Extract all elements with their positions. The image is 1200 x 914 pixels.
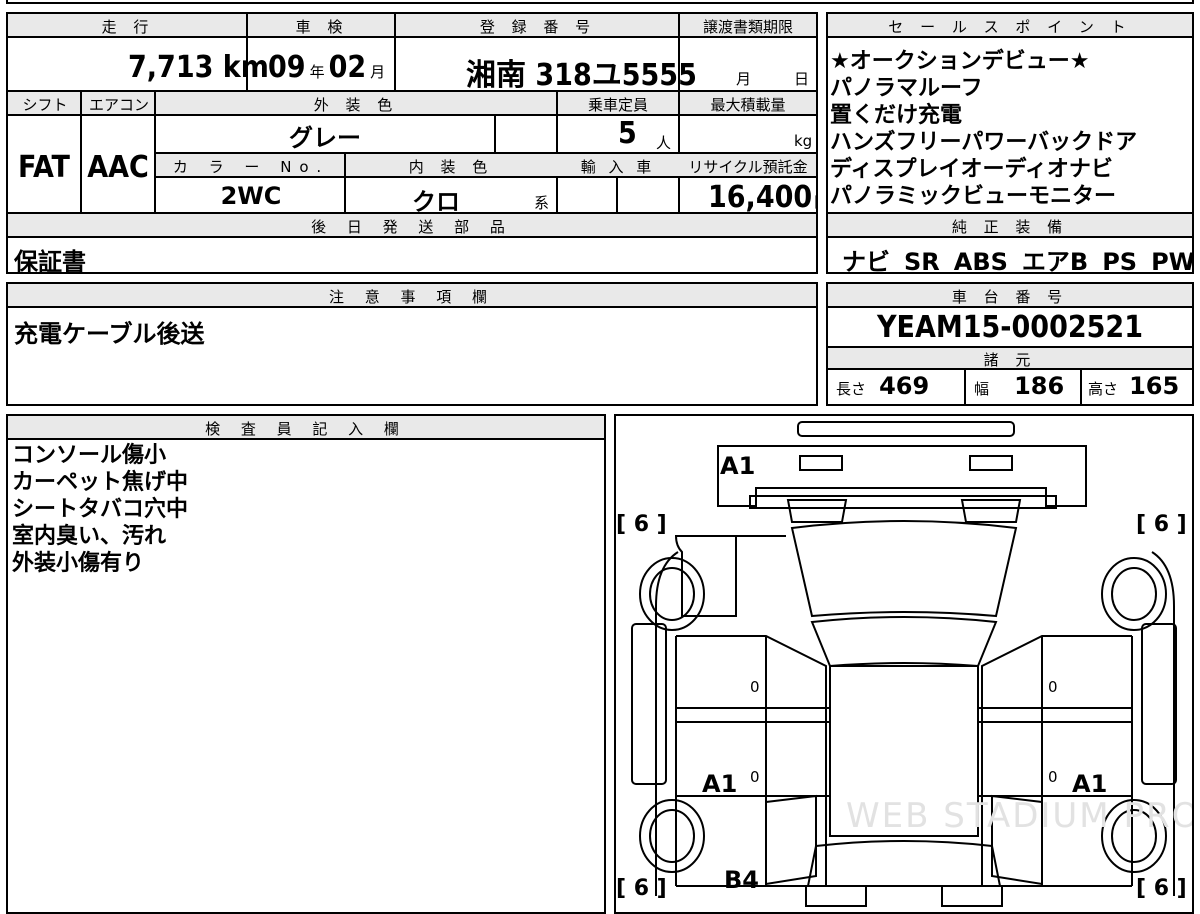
length-value: 469 — [879, 372, 930, 400]
door-zero-mark: 0 — [750, 678, 760, 696]
sales-points-box: セ ー ル ス ポ イ ン ト ★オークションデビュー★ パノラマルーフ 置くだ… — [826, 12, 1194, 274]
inspector-box: 検 査 員 記 入 欄 コンソール傷小 カーペット焦げ中 シートタバコ穴中 室内… — [6, 414, 606, 914]
inspection-year-unit: 年 — [309, 63, 325, 81]
tire-left-bottom: [ 6 ] — [616, 876, 667, 901]
inspector-header: 検 査 員 記 入 欄 — [205, 420, 407, 438]
plate-number: 湘南 318ユ5555 — [466, 58, 697, 93]
tire-right-top: [ 6 ] — [1136, 512, 1187, 537]
inspector-note: 室内臭い、汚れ — [12, 524, 167, 549]
damage-mark-left-door: A1 — [702, 770, 738, 798]
caution-value: 充電ケーブル後送 — [14, 320, 205, 348]
inspection-month: 02 — [328, 50, 367, 85]
equipment-item: PS — [1102, 248, 1138, 274]
capacity-value: 5 — [618, 116, 637, 151]
length-label: 長さ — [836, 380, 867, 398]
inspector-note: コンソール傷小 — [12, 443, 167, 468]
chassis-no-header: 車 台 番 号 — [951, 288, 1069, 306]
chassis-box: 車 台 番 号 YEAM15-0002521 諸 元 長さ 469 幅 186 … — [826, 282, 1194, 406]
equipment-item: ABS — [953, 248, 1008, 274]
sales-point-item: パノラマルーフ — [830, 76, 983, 101]
recycle-unit: 円 — [814, 193, 816, 211]
shift-value: FAT — [18, 150, 70, 185]
damage-mark-front: A1 — [720, 452, 756, 480]
damage-mark-quarter: B4 — [724, 866, 759, 894]
equipment-item: エアB — [1021, 248, 1089, 274]
height-value: 165 — [1129, 372, 1180, 400]
shift-header: シフト — [22, 96, 68, 114]
equipment-item: SR — [904, 248, 940, 274]
max-load-header: 最大積載量 — [710, 96, 786, 114]
inspector-note: カーペット焦げ中 — [12, 470, 189, 495]
caution-header: 注 意 事 項 欄 — [328, 288, 496, 306]
mileage-unit: km — [222, 50, 269, 85]
door-zero-mark: 0 — [1048, 768, 1058, 786]
sales-points-header: セ ー ル ス ポ イ ン ト — [888, 18, 1132, 36]
color-no-header: カ ラ ー No. — [172, 158, 330, 176]
equipment-item: ナビ — [842, 248, 890, 274]
mileage-value: 7,713 — [128, 50, 214, 85]
door-zero-mark: 0 — [750, 768, 760, 786]
mileage-header: 走 行 — [101, 18, 155, 36]
interior-color-header: 内 装 色 — [408, 158, 494, 176]
sales-point-item: ディスプレイオーディオナビ — [830, 157, 1113, 182]
tire-right-bottom: [ 6 ] — [1136, 876, 1187, 901]
width-label: 幅 — [974, 380, 990, 398]
sales-point-item: ハンズフリーパワーバックドア — [830, 130, 1138, 155]
sales-point-item: パノラミックビューモニター — [830, 184, 1117, 209]
inspection-header: 車 検 — [295, 18, 349, 36]
inspector-notes-list: コンソール傷小 カーペット焦げ中 シートタバコ穴中 室内臭い、汚れ 外装小傷有り — [12, 442, 188, 577]
capacity-header: 乗車定員 — [587, 96, 648, 114]
aircon-header: エアコン — [88, 96, 149, 114]
color-no-value: 2WC — [220, 182, 282, 210]
sales-point-item: ★オークションデビュー★ — [830, 49, 1090, 74]
genuine-equipment-list: ナビ SR ABS エアB PS PW — [842, 242, 1194, 274]
inspector-note: シートタバコ穴中 — [12, 497, 189, 522]
sales-points-list: ★オークションデビュー★ パノラマルーフ 置くだけ充電 ハンズフリーパワーバック… — [830, 48, 1137, 210]
inspection-month-unit: 月 — [370, 63, 386, 81]
damage-mark-right-door: A1 — [1072, 770, 1108, 798]
inspection-year: 09 — [268, 50, 306, 85]
vehicle-info-table: 走 行 車 検 登 録 番 号 譲渡書類期限 7,713 km 09 年 02 月 湘… — [6, 12, 818, 274]
width-value: 186 — [1014, 372, 1065, 400]
import-header: 輸 入 車 — [580, 158, 656, 176]
recycle-value: 16,400 — [708, 180, 813, 215]
specs-header: 諸 元 — [983, 351, 1037, 369]
parts-later-value: 保証書 — [14, 248, 86, 274]
caution-box: 注 意 事 項 欄 充電ケーブル後送 — [6, 282, 818, 406]
top-strip — [6, 0, 1194, 4]
exterior-color-header: 外 装 色 — [313, 96, 399, 114]
equipment-item: PW — [1151, 248, 1194, 274]
transfer-day-unit: 日 — [794, 70, 810, 88]
recycle-header: リサイクル預託金 — [688, 158, 808, 176]
height-label: 高さ — [1088, 380, 1119, 398]
tire-left-top: [ 6 ] — [616, 512, 667, 537]
exterior-color-value: グレー — [289, 124, 361, 152]
car-body-diagram — [631, 421, 1177, 907]
inspector-note: 外装小傷有り — [12, 551, 145, 576]
registration-header: 登 録 番 号 — [479, 18, 597, 36]
interior-color-suffix: 系 — [534, 194, 550, 212]
watermark: WEB STADIUM PRO — [846, 796, 1194, 836]
aircon-value: AAC — [87, 150, 149, 185]
transfer-month-unit: 月 — [736, 70, 752, 88]
chassis-no-value: YEAM15-0002521 — [877, 310, 1143, 345]
parts-later-header: 後 日 発 送 部 品 — [311, 218, 513, 236]
capacity-unit: 人 — [656, 134, 672, 152]
car-diagram-box: [ 6 ] [ 6 ] [ 6 ] [ 6 ] A1 A1 A1 B4 0 0 … — [614, 414, 1194, 914]
door-zero-mark: 0 — [1048, 678, 1058, 696]
sales-point-item: 置くだけ充電 — [830, 103, 963, 128]
genuine-equipment-header: 純 正 装 備 — [951, 218, 1069, 236]
transfer-deadline-header: 譲渡書類期限 — [702, 18, 793, 36]
max-load-unit: kg — [794, 132, 813, 150]
